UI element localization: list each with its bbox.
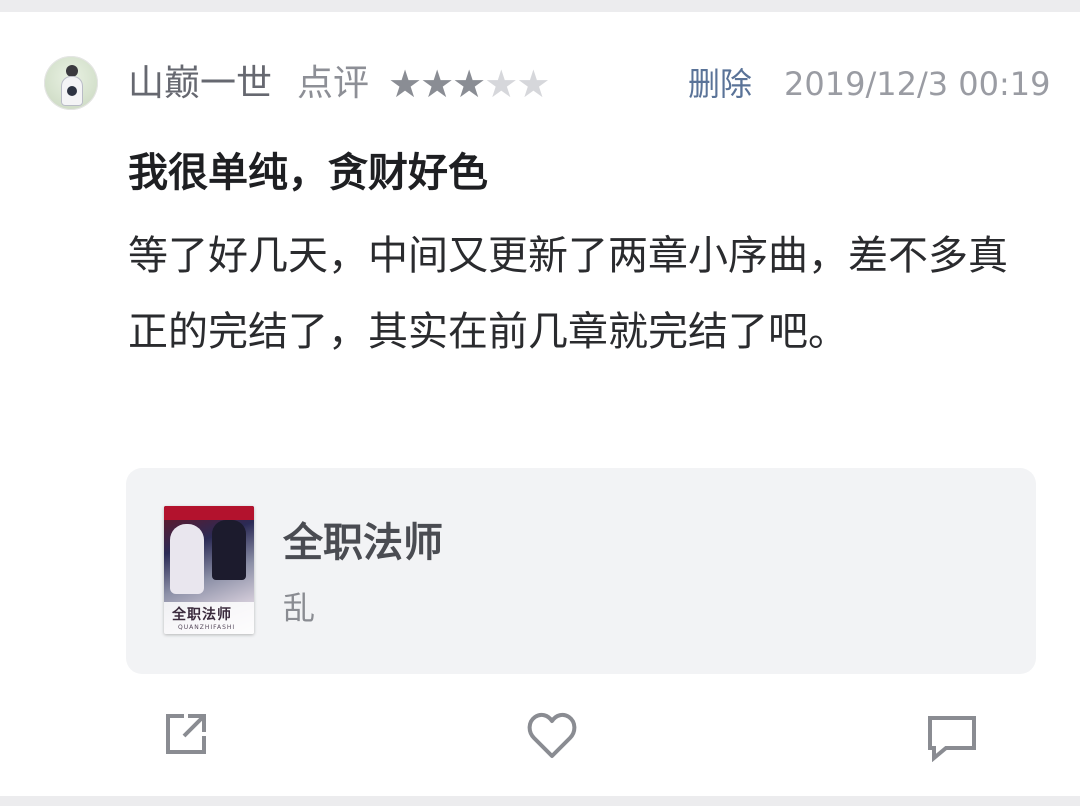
review-body: 等了好几天，中间又更新了两章小序曲，差不多真正的完结了，其实在前几章就完结了吧。 bbox=[128, 233, 1008, 355]
star-empty-icon: ★ bbox=[484, 62, 518, 106]
author-name[interactable]: 山巅一世 bbox=[128, 62, 272, 106]
share-icon[interactable] bbox=[162, 710, 210, 758]
book-title[interactable]: 全职法师 bbox=[283, 518, 443, 568]
star-rating: ★ ★ ★ ★ ★ bbox=[388, 62, 550, 106]
star-empty-icon: ★ bbox=[516, 62, 550, 106]
action-label: 点评 bbox=[297, 63, 370, 104]
book-cover-image[interactable]: 全职法师 QUANZHIFASHI bbox=[164, 506, 254, 634]
comment-icon[interactable] bbox=[926, 714, 978, 762]
like-icon[interactable] bbox=[526, 712, 578, 760]
review-title: 我很单纯，贪财好色 bbox=[128, 150, 488, 196]
review-timestamp: 2019/12/3 00:19 bbox=[784, 65, 1051, 103]
avatar-figure-emblem bbox=[67, 86, 77, 96]
cover-character-right bbox=[212, 520, 246, 580]
book-card[interactable] bbox=[126, 468, 1036, 674]
star-filled-icon: ★ bbox=[420, 62, 454, 106]
delete-button[interactable]: 删除 bbox=[688, 62, 752, 106]
cover-subtitle: QUANZHIFASHI bbox=[178, 624, 236, 631]
cover-title: 全职法师 bbox=[172, 607, 232, 623]
cover-character-left bbox=[170, 524, 204, 594]
book-note: 乱 bbox=[283, 589, 316, 627]
user-avatar[interactable] bbox=[44, 56, 98, 110]
cover-top-strip bbox=[164, 506, 254, 520]
bottom-divider bbox=[0, 796, 1080, 806]
review-card bbox=[0, 12, 1080, 796]
star-filled-icon: ★ bbox=[452, 62, 486, 106]
top-divider bbox=[0, 0, 1080, 12]
star-filled-icon: ★ bbox=[388, 62, 422, 106]
